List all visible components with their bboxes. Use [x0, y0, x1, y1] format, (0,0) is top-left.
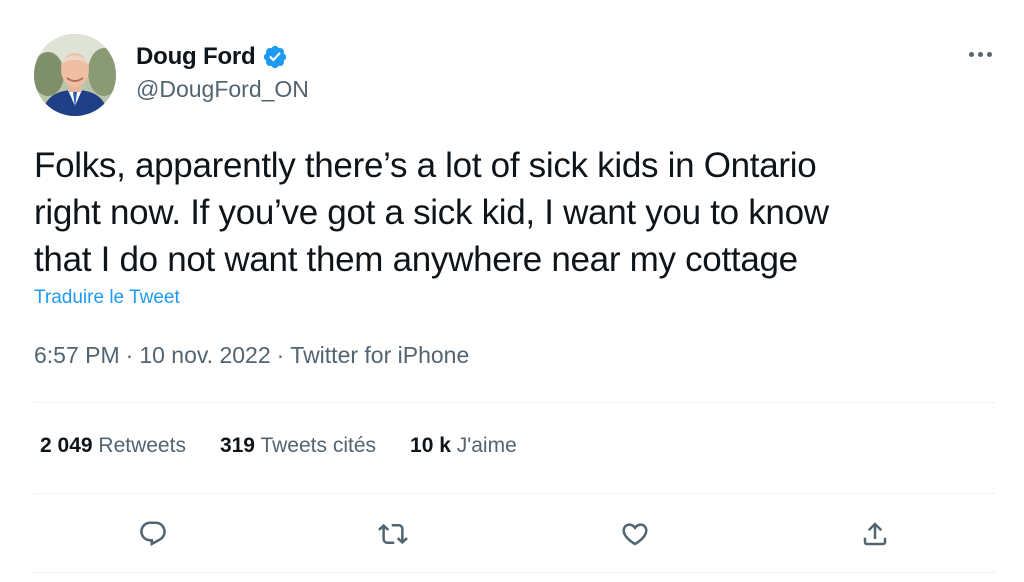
likes-count: 10 k [410, 434, 451, 457]
profile-photo-icon [34, 34, 116, 116]
likes-label: J'aime [456, 434, 517, 457]
divider [34, 493, 996, 494]
more-icon-dot [977, 51, 983, 57]
reply-icon [140, 521, 166, 547]
retweets-count: 2 049 [40, 434, 93, 457]
retweet-icon [378, 523, 408, 545]
retweets-label: Retweets [98, 434, 186, 457]
meta-separator: · [125, 342, 134, 368]
tweet-date[interactable]: 10 nov. 2022 [139, 342, 270, 369]
avatar[interactable] [34, 34, 116, 116]
tweet-card: Doug Ford @DougFord_ON Folks, apparently… [0, 0, 1024, 582]
likes-stat[interactable]: 10 k J'aime [410, 434, 517, 458]
reply-button[interactable] [131, 512, 175, 556]
translate-tweet-link[interactable]: Traduire le Tweet [34, 287, 180, 309]
more-icon-dot [986, 51, 992, 57]
heart-icon [622, 523, 648, 546]
retweets-stat[interactable]: 2 049 Retweets [40, 434, 186, 458]
quotes-label: Tweets cités [260, 434, 377, 457]
author-handle[interactable]: @DougFord_ON [136, 76, 309, 103]
more-icon [968, 51, 974, 57]
retweet-button[interactable] [371, 512, 415, 556]
meta-separator: · [276, 342, 285, 368]
like-button[interactable] [613, 512, 657, 556]
divider [34, 572, 996, 573]
tweet-metadata: 6:57 PM · 10 nov. 2022 · Twitter for iPh… [34, 342, 469, 369]
quotes-count: 319 [219, 434, 255, 457]
verified-badge-icon [262, 44, 288, 70]
tweet-time[interactable]: 6:57 PM [34, 342, 120, 369]
author-name-row: Doug Ford [136, 40, 288, 74]
share-icon [863, 522, 887, 546]
tweet-source[interactable]: Twitter for iPhone [290, 342, 469, 369]
more-options-button[interactable] [960, 42, 1000, 66]
tweet-text: Folks, apparently there’s a lot of sick … [34, 146, 829, 279]
display-name[interactable]: Doug Ford [136, 43, 256, 71]
share-button[interactable] [853, 512, 897, 556]
quote-tweets-stat[interactable]: 319 Tweets cités [220, 434, 376, 458]
action-bar [0, 512, 1024, 556]
engagement-stats: 2 049 Retweets 319 Tweets cités 10 k J'a… [40, 434, 517, 458]
divider [34, 402, 996, 403]
